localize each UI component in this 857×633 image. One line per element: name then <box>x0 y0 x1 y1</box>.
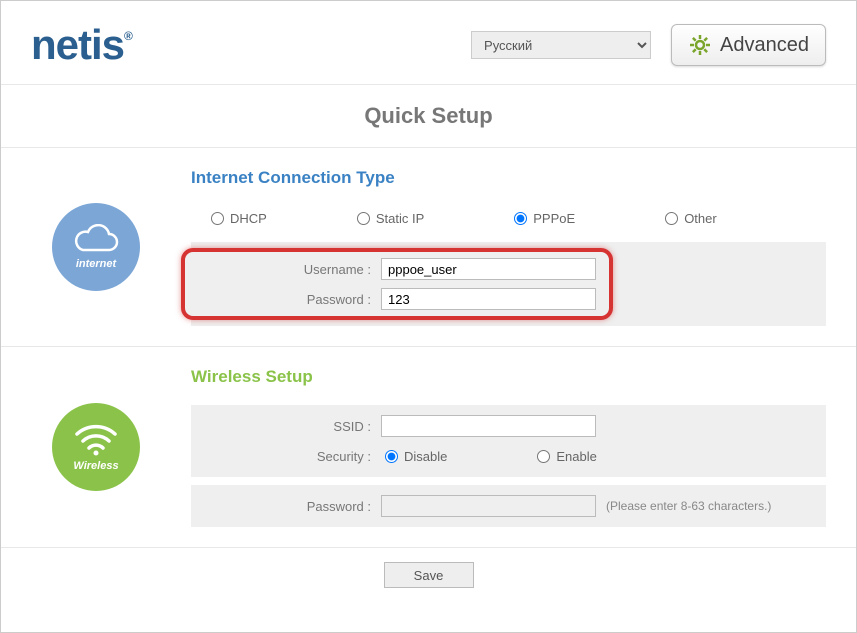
internet-content: Internet Connection Type DHCP Static IP … <box>191 168 826 326</box>
wireless-section: Wireless Wireless Setup SSID : Security … <box>1 347 856 548</box>
username-input[interactable] <box>381 258 596 280</box>
radio-static[interactable]: Static IP <box>357 211 424 226</box>
credentials-highlight: Username : Password : <box>181 248 613 320</box>
wireless-form-2: Password : (Please enter 8-63 characters… <box>191 485 826 527</box>
internet-section: internet Internet Connection Type DHCP S… <box>1 148 856 347</box>
security-label: Security : <box>191 449 381 464</box>
advanced-label: Advanced <box>720 34 809 57</box>
internet-title: Internet Connection Type <box>191 168 826 188</box>
password-row: Password : <box>191 284 603 314</box>
wireless-icon-col: Wireless <box>1 367 191 527</box>
security-row: Security : Disable Enable <box>191 441 826 471</box>
internet-icon-col: internet <box>1 168 191 326</box>
wl-password-hint: (Please enter 8-63 characters.) <box>606 499 771 513</box>
radio-pppoe[interactable]: PPPoE <box>514 211 575 226</box>
radio-disable[interactable]: Disable <box>385 449 447 464</box>
wifi-icon <box>71 422 121 458</box>
advanced-button[interactable]: Advanced <box>671 24 826 66</box>
radio-enable[interactable]: Enable <box>537 449 596 464</box>
wireless-icon: Wireless <box>52 403 140 491</box>
connection-type-radios: DHCP Static IP PPPoE Other <box>191 206 826 242</box>
header: netis® Русский Advanced <box>1 1 856 85</box>
save-button[interactable]: Save <box>384 562 474 588</box>
wireless-content: Wireless Setup SSID : Security : Disable… <box>191 367 826 527</box>
password-input[interactable] <box>381 288 596 310</box>
pppoe-form: Username : Password : <box>191 242 826 326</box>
logo: netis® <box>31 21 132 69</box>
save-row: Save <box>1 548 856 602</box>
username-row: Username : <box>191 254 603 284</box>
internet-icon: internet <box>52 203 140 291</box>
wl-password-row: Password : (Please enter 8-63 characters… <box>191 491 826 521</box>
ssid-label: SSID : <box>191 419 381 434</box>
username-label: Username : <box>191 262 381 277</box>
wireless-form-1: SSID : Security : Disable Enable <box>191 405 826 477</box>
wl-password-input <box>381 495 596 517</box>
wireless-icon-label: Wireless <box>73 460 118 472</box>
radio-dhcp[interactable]: DHCP <box>211 211 267 226</box>
wl-password-label: Password : <box>191 499 381 514</box>
cloud-icon <box>71 224 121 256</box>
language-select[interactable]: Русский <box>471 31 651 59</box>
ssid-row: SSID : <box>191 411 826 441</box>
security-radios: Disable Enable <box>381 449 597 464</box>
radio-other[interactable]: Other <box>665 211 717 226</box>
ssid-input[interactable] <box>381 415 596 437</box>
gear-icon <box>688 33 712 57</box>
page-title: Quick Setup <box>1 85 856 148</box>
internet-icon-label: internet <box>76 258 116 270</box>
wireless-title: Wireless Setup <box>191 367 826 387</box>
password-label: Password : <box>191 292 381 307</box>
